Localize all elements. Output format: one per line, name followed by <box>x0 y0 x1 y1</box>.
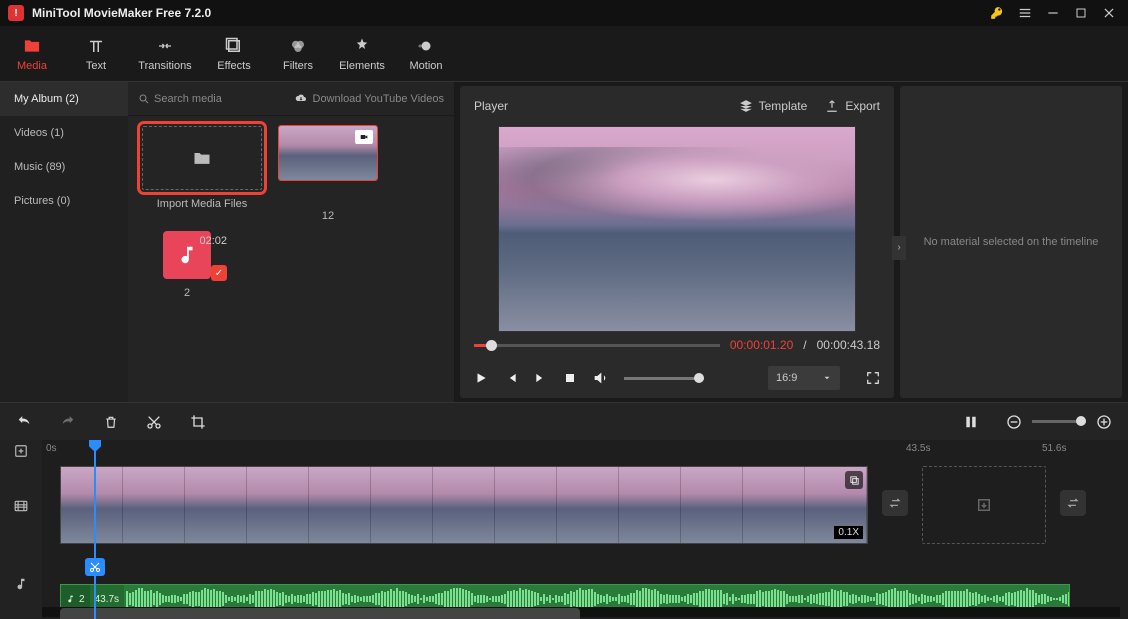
app-logo: ! <box>8 5 24 21</box>
music-duration: 02:02 <box>199 235 227 247</box>
crop-button[interactable] <box>190 414 206 430</box>
swap-right-button[interactable] <box>1060 490 1086 516</box>
timeline-toolbar <box>0 402 1128 440</box>
app-title: MiniTool MovieMaker Free 7.2.0 <box>32 6 211 20</box>
auto-fit-icon[interactable] <box>964 414 978 430</box>
zoom-slider[interactable] <box>1032 420 1086 423</box>
import-label: Import Media Files <box>157 198 247 210</box>
module-toolbar: Media Text Transitions Effects Filters E… <box>0 26 1128 82</box>
sidebar-item-pictures[interactable]: Pictures (0) <box>0 184 128 218</box>
volume-icon[interactable] <box>592 370 608 386</box>
timeline: 0s 43.5s 51.6s 0.1X 2 43.7s <box>0 440 1128 619</box>
sidebar-item-album[interactable]: My Album (2) <box>0 82 128 116</box>
premium-key-icon[interactable] <box>986 2 1008 24</box>
export-button[interactable]: Export <box>825 99 880 113</box>
media-pane: Search media Download YouTube Videos Imp… <box>128 82 454 402</box>
cloud-download-icon <box>294 93 308 105</box>
folder-icon <box>22 36 42 56</box>
delete-button[interactable] <box>104 414 118 430</box>
undo-button[interactable] <box>16 415 32 429</box>
tab-effects[interactable]: Effects <box>202 26 266 81</box>
player-title: Player <box>474 99 508 113</box>
layers-icon <box>739 99 753 113</box>
speed-badge: 0.1X <box>834 526 863 539</box>
check-icon: ✓ <box>211 265 227 281</box>
filters-icon <box>289 36 307 56</box>
folder-icon <box>191 148 213 168</box>
redo-button[interactable] <box>60 415 76 429</box>
timeline-scrollbar[interactable] <box>42 607 1120 617</box>
aspect-ratio-select[interactable]: 16:9 <box>768 366 840 390</box>
maximize-button[interactable] <box>1070 2 1092 24</box>
prev-frame-button[interactable] <box>504 371 518 385</box>
playhead[interactable] <box>94 440 96 619</box>
sidebar-item-videos[interactable]: Videos (1) <box>0 116 128 150</box>
import-media-dropzone[interactable] <box>142 126 262 190</box>
next-frame-button[interactable] <box>534 371 548 385</box>
media-thumb-video-12[interactable]: + <box>279 126 377 180</box>
close-button[interactable] <box>1098 2 1120 24</box>
swap-left-button[interactable] <box>882 490 908 516</box>
play-button[interactable] <box>474 371 488 385</box>
stop-button[interactable] <box>564 372 576 384</box>
tab-media[interactable]: Media <box>0 26 64 81</box>
upload-icon <box>825 99 839 113</box>
scissors-icon <box>85 558 105 576</box>
video-track-icon[interactable] <box>0 462 42 550</box>
properties-panel: › No material selected on the timeline <box>900 86 1122 398</box>
hamburger-menu-icon[interactable] <box>1014 2 1036 24</box>
player-panel: Player Template Export 00: <box>460 86 894 398</box>
cut-button[interactable] <box>146 414 162 430</box>
music-note-icon <box>66 594 75 604</box>
tab-motion[interactable]: Motion <box>394 26 458 81</box>
minimize-button[interactable] <box>1042 2 1064 24</box>
time-current: 00:00:01.20 <box>730 338 793 352</box>
copy-icon <box>845 471 863 489</box>
fullscreen-button[interactable] <box>866 371 880 385</box>
media-thumb-music-2[interactable]: 02:02 ✓ 2 <box>142 231 232 299</box>
music-note-icon <box>176 244 198 266</box>
search-media[interactable]: Search media <box>138 93 222 105</box>
volume-slider[interactable] <box>624 377 704 380</box>
sidebar-item-music[interactable]: Music (89) <box>0 150 128 184</box>
tab-text[interactable]: Text <box>64 26 128 81</box>
timeline-drop-slot[interactable] <box>922 466 1046 544</box>
motion-icon <box>417 36 435 56</box>
time-total: 00:00:43.18 <box>817 338 880 352</box>
audio-track-icon[interactable] <box>0 550 42 618</box>
add-track-button[interactable] <box>0 440 42 462</box>
clip-label: 12 <box>322 210 334 222</box>
text-icon <box>87 36 105 56</box>
music-label: 2 <box>184 287 190 299</box>
video-preview[interactable] <box>498 126 856 332</box>
tab-elements[interactable]: Elements <box>330 26 394 81</box>
elements-icon <box>353 36 371 56</box>
media-sidebar: My Album (2) Videos (1) Music (89) Pictu… <box>0 82 128 402</box>
search-icon <box>138 93 150 105</box>
tab-filters[interactable]: Filters <box>266 26 330 81</box>
zoom-out-button[interactable] <box>1006 414 1022 430</box>
effects-icon <box>225 36 243 56</box>
seek-bar[interactable] <box>474 344 720 347</box>
zoom-in-button[interactable] <box>1096 414 1112 430</box>
timeline-ruler[interactable]: 0s 43.5s 51.6s <box>42 440 1128 462</box>
video-badge-icon <box>355 130 373 144</box>
collapse-panel-icon[interactable]: › <box>892 236 906 260</box>
download-youtube-link[interactable]: Download YouTube Videos <box>294 93 445 105</box>
transition-icon <box>155 36 175 56</box>
timeline-video-clip[interactable]: 0.1X <box>60 466 868 544</box>
template-button[interactable]: Template <box>739 99 808 113</box>
chevron-down-icon <box>822 373 832 383</box>
titlebar: ! MiniTool MovieMaker Free 7.2.0 <box>0 0 1128 26</box>
tab-transitions[interactable]: Transitions <box>128 26 202 81</box>
